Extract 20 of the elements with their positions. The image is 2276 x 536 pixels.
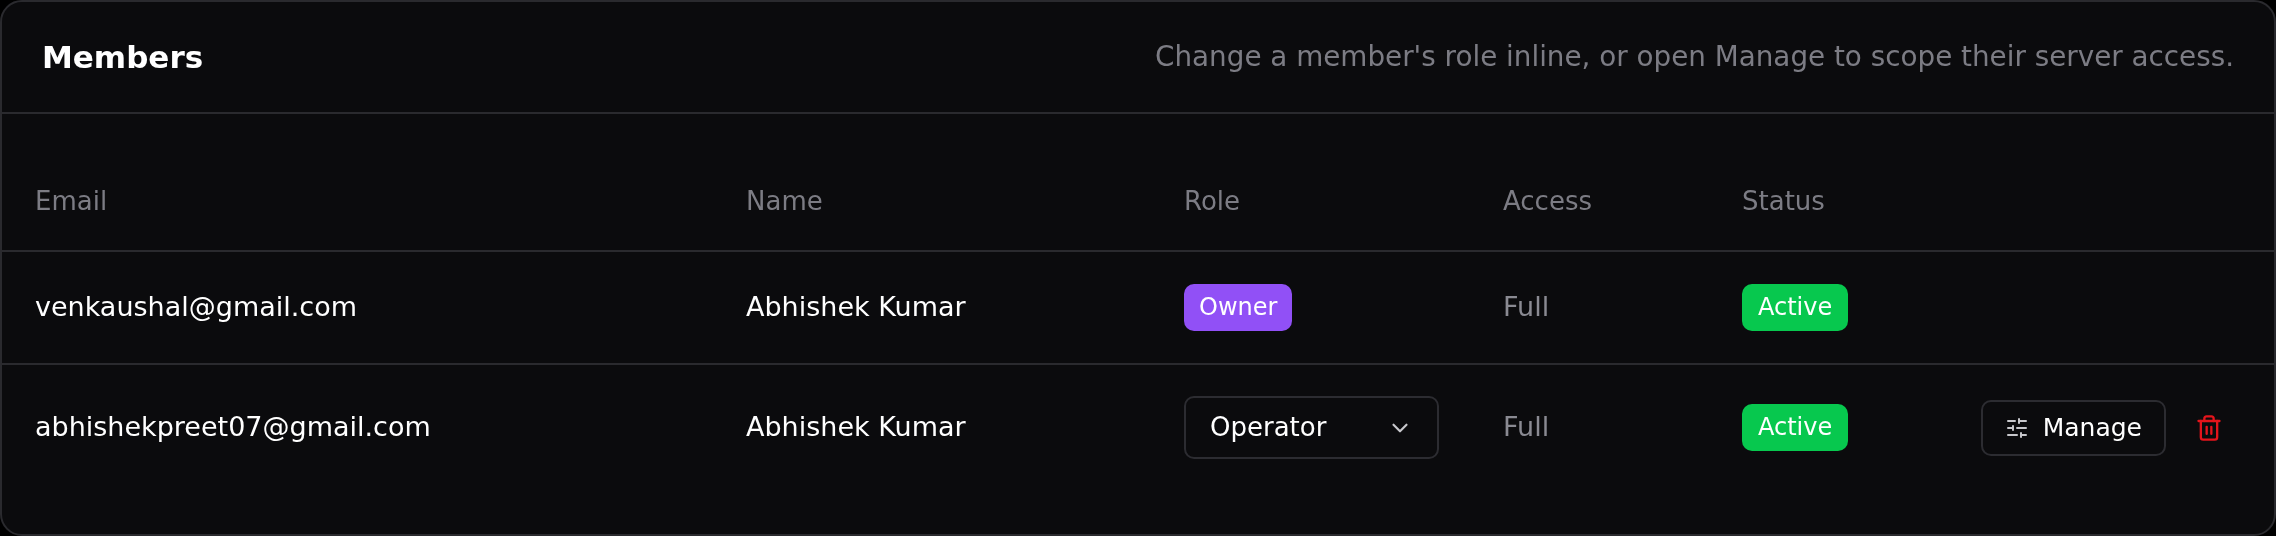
card-title: Members [42,37,204,77]
column-header: Email [35,184,109,218]
column-header: Name [746,184,824,218]
sliders-icon [2004,415,2029,440]
email-cell-text: abhishekpreet07@gmail.com [35,410,432,445]
email-cell-text: venkaushal@gmail.com [35,290,358,325]
manage-button[interactable]: Manage [1980,399,2166,456]
card-description: Change a member's role inline, or open Manage to scope their server access. [1155,39,2234,76]
column-header: Status [1742,184,1826,218]
column-header: Access [1503,184,1593,218]
column-header: Role [1184,184,1242,218]
role-badge: Owner [1184,284,1293,331]
trash-icon [2195,413,2223,442]
role-select[interactable]: Operator [1184,396,1439,459]
status-badge: Active [1742,284,1849,331]
name-cell-text: Abhishek Kumar [746,410,967,445]
access-cell-text: Full [1503,290,1551,325]
status-badge: Active [1742,404,1849,451]
name-cell-text: Abhishek Kumar [746,290,967,325]
access-cell-text: Full [1503,410,1551,445]
